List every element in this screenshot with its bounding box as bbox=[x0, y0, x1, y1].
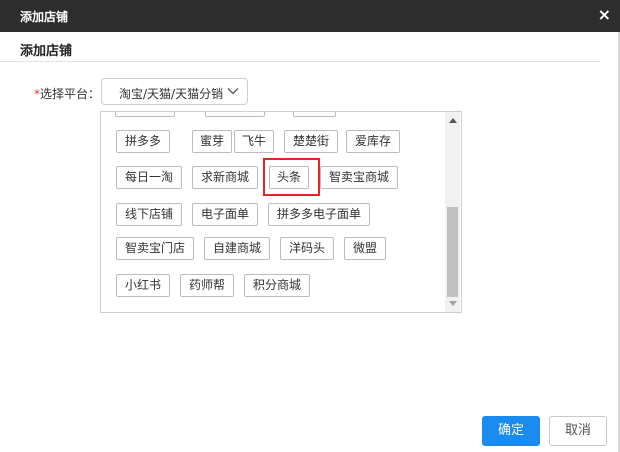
close-icon[interactable]: × bbox=[598, 5, 611, 25]
divider bbox=[0, 61, 600, 62]
platform-option[interactable]: 洋码头 bbox=[280, 237, 334, 260]
scrollbar[interactable] bbox=[445, 112, 460, 312]
platform-option[interactable]: 电子面单 bbox=[192, 203, 258, 226]
platform-list-viewport: 拼多多 蜜芽 飞牛 楚楚街 爱库存 每日一淘 求新商城 头条 智卖宝商城 线下店… bbox=[101, 112, 446, 312]
platform-option-hidden[interactable] bbox=[293, 112, 336, 117]
confirm-button[interactable]: 确定 bbox=[482, 416, 540, 446]
platform-label: *选择平台： bbox=[34, 85, 100, 102]
platform-option[interactable]: 线下店铺 bbox=[116, 203, 182, 226]
section-title: 添加店铺 bbox=[20, 44, 73, 59]
scrollbar-thumb[interactable] bbox=[447, 207, 458, 297]
platform-option[interactable]: 小红书 bbox=[116, 274, 170, 297]
platform-option-hidden[interactable] bbox=[115, 112, 175, 117]
scroll-up-icon[interactable] bbox=[449, 118, 457, 123]
platform-option[interactable]: 微盟 bbox=[344, 237, 386, 260]
platform-option[interactable]: 积分商城 bbox=[244, 274, 310, 297]
chevron-down-icon bbox=[227, 88, 239, 95]
platform-option[interactable]: 智卖宝商城 bbox=[320, 166, 398, 189]
platform-option[interactable]: 拼多多电子面单 bbox=[268, 203, 370, 226]
platform-select[interactable]: 淘宝/天猫/天猫分销 bbox=[101, 78, 248, 105]
cancel-button[interactable]: 取消 bbox=[549, 416, 607, 446]
platform-option[interactable]: 飞牛 bbox=[234, 130, 274, 153]
platform-option[interactable]: 拼多多 bbox=[116, 130, 170, 153]
platform-list[interactable]: 拼多多 蜜芽 飞牛 楚楚街 爱库存 每日一淘 求新商城 头条 智卖宝商城 线下店… bbox=[100, 111, 462, 313]
platform-option[interactable]: 楚楚街 bbox=[284, 130, 338, 153]
platform-option[interactable]: 爱库存 bbox=[346, 130, 400, 153]
platform-select-value: 淘宝/天猫/天猫分销 bbox=[119, 87, 224, 101]
platform-option[interactable]: 每日一淘 bbox=[116, 166, 182, 189]
dialog-titlebar: 添加店铺 × bbox=[0, 0, 620, 32]
platform-option[interactable]: 求新商城 bbox=[192, 166, 258, 189]
platform-option-hidden[interactable] bbox=[205, 112, 265, 117]
platform-option-toutiao[interactable]: 头条 bbox=[269, 166, 309, 189]
platform-option[interactable]: 自建商城 bbox=[204, 237, 270, 260]
dialog-title: 添加店铺 bbox=[20, 10, 69, 24]
scroll-down-icon[interactable] bbox=[449, 301, 457, 306]
platform-option[interactable]: 药师帮 bbox=[180, 274, 234, 297]
platform-option[interactable]: 蜜芽 bbox=[192, 130, 232, 153]
platform-label-text: 选择平台： bbox=[40, 87, 101, 101]
platform-option[interactable]: 智卖宝门店 bbox=[116, 237, 194, 260]
